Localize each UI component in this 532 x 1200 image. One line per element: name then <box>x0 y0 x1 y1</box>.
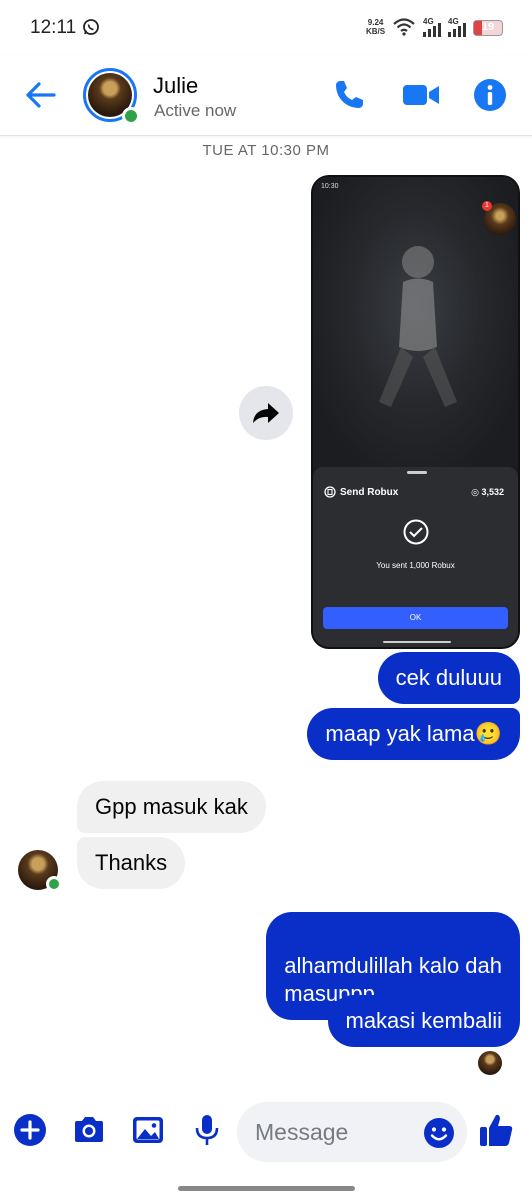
message-composer <box>0 1095 532 1170</box>
contact-avatar[interactable] <box>83 68 140 125</box>
thumbs-up-icon[interactable] <box>478 1111 514 1149</box>
online-indicator <box>122 107 140 125</box>
network-speed-value: 9.24 <box>367 18 384 27</box>
video-call-icon[interactable] <box>402 78 440 112</box>
message-bubble-incoming[interactable]: Thanks <box>77 837 186 889</box>
screenshot-send-robux-panel: Send Robux ◎ 3,532 You sent 1,000 Robux … <box>313 467 518 647</box>
screenshot-ok-button: OK <box>323 607 508 629</box>
battery-icon: 19 <box>473 20 503 36</box>
network-speed-unit: KB/S <box>366 27 386 36</box>
message-bubble-outgoing[interactable]: makasi kembalii <box>327 995 520 1047</box>
message-text: cek duluuu <box>395 665 502 690</box>
status-time: 12:11 <box>30 17 77 38</box>
forward-button[interactable] <box>239 386 293 440</box>
camera-icon[interactable] <box>72 1113 106 1147</box>
screenshot-send-robux-title: Send Robux <box>340 487 399 498</box>
check-circle-icon <box>403 519 429 545</box>
signal-icon: 4G <box>448 17 466 37</box>
screenshot-character-figure <box>379 246 457 407</box>
emoji-icon[interactable] <box>423 1117 455 1149</box>
signal-strength-2: 4G <box>447 17 467 44</box>
signal-label-2: 4G <box>448 17 459 26</box>
contact-active-status: Active now <box>154 101 237 120</box>
message-text: maap yak lama🥲 <box>325 721 502 746</box>
shared-screenshot-image[interactable]: 10:30 1 Send Robux ◎ 3,532 You sent 1,00… <box>311 175 520 649</box>
message-bubble-incoming[interactable]: Gpp masuk kak <box>77 781 266 833</box>
phone-call-icon[interactable] <box>332 78 366 112</box>
forward-arrow-icon <box>253 403 279 423</box>
message-text: makasi kembalii <box>345 1008 503 1033</box>
whatsapp-icon <box>83 19 99 35</box>
robux-hex-icon <box>324 486 336 498</box>
signal-icon: 4G <box>423 17 441 37</box>
wifi-icon <box>393 18 415 36</box>
screenshot-status-time: 10:30 <box>321 183 339 190</box>
message-timestamp: TUE AT 10:30 PM <box>202 142 330 159</box>
message-text: Gpp masuk kak <box>95 794 248 819</box>
contact-name[interactable]: Julie <box>153 73 198 99</box>
gallery-image-icon[interactable] <box>131 1113 165 1147</box>
back-arrow-icon[interactable] <box>24 80 58 110</box>
screenshot-home-bar <box>383 641 451 643</box>
chat-header: Julie Active now <box>0 56 532 136</box>
read-receipt-avatar <box>478 1051 502 1075</box>
signal-label-1: 4G <box>423 17 434 26</box>
info-icon[interactable] <box>473 78 507 112</box>
signal-strength-1: 4G <box>422 17 442 44</box>
message-bubble-outgoing[interactable]: cek duluuu <box>377 652 520 704</box>
battery-level: 19 <box>481 21 495 33</box>
gesture-nav-bar <box>178 1186 355 1191</box>
screenshot-sent-message: You sent 1,000 Robux <box>376 561 455 570</box>
status-bar: 12:11 9.24 KB/S 4G 4G 19 <box>0 0 532 56</box>
screenshot-robux-balance: ◎ 3,532 <box>471 487 504 498</box>
panel-handle <box>407 471 427 474</box>
message-bubble-outgoing[interactable]: maap yak lama🥲 <box>307 708 520 760</box>
microphone-icon[interactable] <box>190 1113 224 1147</box>
robux-coin-icon: ◎ <box>471 487 482 497</box>
message-text: Thanks <box>95 850 168 875</box>
sender-avatar[interactable] <box>18 850 62 892</box>
online-indicator <box>46 876 62 892</box>
network-speed: 9.24 KB/S <box>366 18 385 36</box>
screenshot-notification-badge: 1 <box>482 201 492 211</box>
plus-icon[interactable] <box>13 1113 47 1147</box>
robux-balance-value: 3,532 <box>481 487 504 497</box>
